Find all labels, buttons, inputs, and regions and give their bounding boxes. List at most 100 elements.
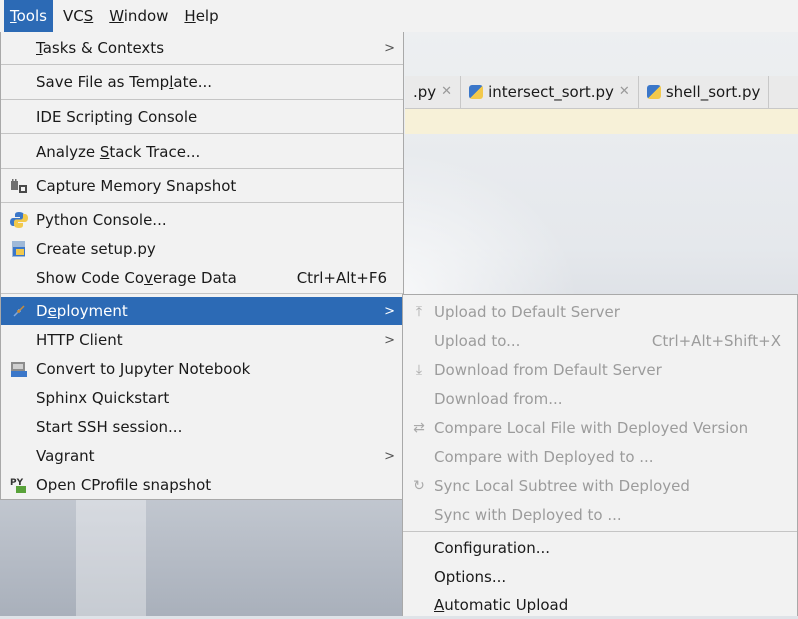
chevron-right-icon: > <box>384 40 395 56</box>
menu-item-label: Deployment <box>36 302 128 320</box>
menu-separator <box>1 64 403 65</box>
menu-item-sync-with-deployed[interactable]: Sync with Deployed to ... <box>403 500 797 529</box>
menu-vcs[interactable]: VCS <box>57 0 99 32</box>
close-icon[interactable]: ✕ <box>619 76 630 108</box>
menu-item-automatic-upload[interactable]: Automatic Upload <box>403 590 797 619</box>
menu-item-label: Compare Local File with Deployed Version <box>434 418 749 437</box>
menu-item-sync-local-subtree[interactable]: ↻ Sync Local Subtree with Deployed <box>403 471 797 500</box>
menu-item-label: Compare with Deployed to ... <box>434 447 654 466</box>
menu-item-compare-with-deployed[interactable]: Compare with Deployed to ... <box>403 442 797 471</box>
editor-notification-bar <box>405 109 798 134</box>
sync-icon: ↻ <box>413 478 425 494</box>
menu-item-label: Configuration... <box>434 538 551 557</box>
upload-icon: ⤒ <box>415 304 423 320</box>
menu-item-label: Download from Default Server <box>434 360 662 379</box>
menu-item-label: Show Code Coverage Data <box>36 269 237 287</box>
menu-item-sphinx-quickstart[interactable]: Sphinx Quickstart <box>1 384 403 412</box>
menu-separator <box>1 202 403 203</box>
menu-item-label: Upload to Default Server <box>434 302 620 321</box>
menu-window[interactable]: Window <box>103 0 174 32</box>
python-icon <box>10 212 28 228</box>
menu-item-deployment[interactable]: Deployment > <box>1 297 403 325</box>
menu-label: ools <box>16 7 47 25</box>
chevron-right-icon: > <box>384 332 395 348</box>
menu-item-http-client[interactable]: HTTP Client > <box>1 326 403 354</box>
shortcut-label: Ctrl+Alt+F6 <box>296 269 387 287</box>
menu-item-label: Start SSH session... <box>36 418 183 436</box>
deployment-submenu: ⤒ Upload to Default Server Upload to... … <box>402 294 798 616</box>
tools-menu: Tasks & Contexts > Save File as Template… <box>0 32 404 500</box>
download-icon: ⤓ <box>415 362 423 378</box>
menu-item-label: Sphinx Quickstart <box>36 389 170 407</box>
python-file-icon <box>469 85 484 99</box>
menu-item-download-default-server[interactable]: ⤓ Download from Default Server <box>403 355 797 384</box>
menu-item-label: Save File as Template... <box>36 73 212 91</box>
menu-item-label: Python Console... <box>36 211 167 229</box>
memory-snapshot-icon <box>11 179 27 193</box>
menu-item-label: Create setup.py <box>36 240 156 258</box>
menu-item-show-code-coverage[interactable]: Show Code Coverage Data Ctrl+Alt+F6 <box>1 264 403 292</box>
menu-separator <box>1 168 403 169</box>
menu-tools[interactable]: Tools <box>4 0 53 32</box>
chevron-right-icon: > <box>384 303 395 319</box>
menu-label: indow <box>123 7 169 25</box>
menu-item-analyze-stack-trace[interactable]: Analyze Stack Trace... <box>1 138 403 166</box>
menu-item-label: Analyze Stack Trace... <box>36 143 201 161</box>
menu-item-download-from[interactable]: Download from... <box>403 384 797 413</box>
menu-item-start-ssh-session[interactable]: Start SSH session... <box>1 413 403 441</box>
menu-item-upload-default-server[interactable]: ⤒ Upload to Default Server <box>403 297 797 326</box>
menu-item-capture-memory-snapshot[interactable]: Capture Memory Snapshot <box>1 172 403 200</box>
menu-help[interactable]: Help <box>178 0 224 32</box>
menu-label: VC <box>62 7 84 25</box>
editor-tab[interactable]: intersect_sort.py ✕ <box>461 76 639 108</box>
mnemonic: T <box>10 7 17 25</box>
menu-item-options[interactable]: Options... <box>403 562 797 591</box>
tab-label: intersect_sort.py <box>488 83 614 101</box>
menu-item-label: Options... <box>434 567 507 586</box>
menu-item-label: Vagrant <box>36 447 95 465</box>
menu-separator <box>1 293 403 294</box>
menu-item-label: Upload to... <box>434 331 521 350</box>
editor-tab[interactable]: shell_sort.py <box>639 76 770 108</box>
menu-item-vagrant[interactable]: Vagrant > <box>1 442 403 470</box>
menu-item-python-console[interactable]: Python Console... <box>1 206 403 234</box>
menu-item-label: Sync Local Subtree with Deployed <box>434 476 690 495</box>
menu-separator <box>1 133 403 134</box>
menu-separator <box>1 99 403 100</box>
menu-item-label: Download from... <box>434 389 563 408</box>
menu-item-ide-scripting-console[interactable]: IDE Scripting Console <box>1 103 403 131</box>
chevron-right-icon: > <box>384 448 395 464</box>
menu-item-open-cprofile[interactable]: PY Open CProfile snapshot <box>1 471 403 499</box>
menu-item-label: IDE Scripting Console <box>36 108 198 126</box>
menu-item-configuration[interactable]: Configuration... <box>403 533 797 562</box>
close-icon[interactable]: ✕ <box>441 76 452 108</box>
menu-item-label: Convert to Jupyter Notebook <box>36 360 251 378</box>
menu-separator <box>403 531 797 532</box>
menu-item-convert-jupyter[interactable]: Convert to Jupyter Notebook <box>1 355 403 383</box>
menu-item-create-setup-py[interactable]: Create setup.py <box>1 235 403 263</box>
menu-item-label: Tasks & Contexts <box>36 39 165 57</box>
python-file-icon <box>12 241 25 257</box>
tab-label: .py <box>413 83 437 101</box>
python-file-icon <box>646 85 661 99</box>
jupyter-notebook-icon <box>11 362 27 377</box>
mnemonic: W <box>109 7 124 25</box>
menu-item-label: Open CProfile snapshot <box>36 476 212 494</box>
deployment-icon <box>13 305 25 317</box>
menu-bar: Tools VCS Window Help <box>0 0 798 32</box>
menu-item-label: Capture Memory Snapshot <box>36 177 237 195</box>
shortcut-label: Ctrl+Alt+Shift+X <box>651 331 781 350</box>
editor-tab[interactable]: .py ✕ <box>405 76 462 108</box>
menu-item-save-template[interactable]: Save File as Template... <box>1 68 403 96</box>
menu-item-label: HTTP Client <box>36 331 123 349</box>
editor-tab-bar: .py ✕ intersect_sort.py ✕ shell_sort.py <box>405 76 798 109</box>
menu-item-compare-local-file[interactable]: ⇄ Compare Local File with Deployed Versi… <box>403 413 797 442</box>
menu-item-upload-to[interactable]: Upload to... Ctrl+Alt+Shift+X <box>403 326 797 355</box>
tab-label: shell_sort.py <box>665 83 761 101</box>
menu-item-label: Automatic Upload <box>434 595 569 614</box>
menu-item-tasks-contexts[interactable]: Tasks & Contexts > <box>1 34 403 62</box>
mnemonic: H <box>184 7 196 25</box>
compare-icon: ⇄ <box>413 420 425 436</box>
menu-label: elp <box>195 7 219 25</box>
cprofile-icon: PY <box>10 478 26 493</box>
